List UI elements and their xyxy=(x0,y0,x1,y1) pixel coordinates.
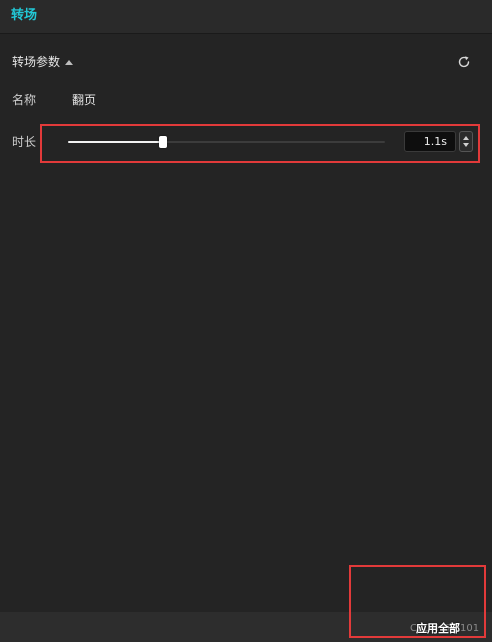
slider-thumb[interactable] xyxy=(159,136,168,148)
slider-fill xyxy=(68,141,164,143)
duration-stepper[interactable] xyxy=(459,131,473,152)
duration-slider[interactable] xyxy=(68,136,385,148)
tab-transition[interactable]: 转场 xyxy=(11,8,37,24)
duration-input[interactable] xyxy=(404,131,456,152)
tab-bar: 转场 xyxy=(0,0,492,34)
name-value: 翻页 xyxy=(72,93,97,107)
reset-button[interactable] xyxy=(455,53,473,71)
section-header[interactable]: 转场参数 xyxy=(12,54,74,70)
apply-all-button[interactable]: 应用全部 xyxy=(412,619,464,639)
stepper-down-icon[interactable] xyxy=(463,143,469,148)
caret-up-icon xyxy=(65,59,74,65)
duration-label: 时长 xyxy=(12,135,37,149)
refresh-icon xyxy=(458,56,470,68)
stepper-up-icon[interactable] xyxy=(463,135,469,140)
transition-panel: 转场 转场参数 名称 翻页 时长 CSDN @jc101 应用全部 xyxy=(0,0,492,642)
section-title: 转场参数 xyxy=(12,55,61,69)
name-label: 名称 xyxy=(12,93,37,107)
